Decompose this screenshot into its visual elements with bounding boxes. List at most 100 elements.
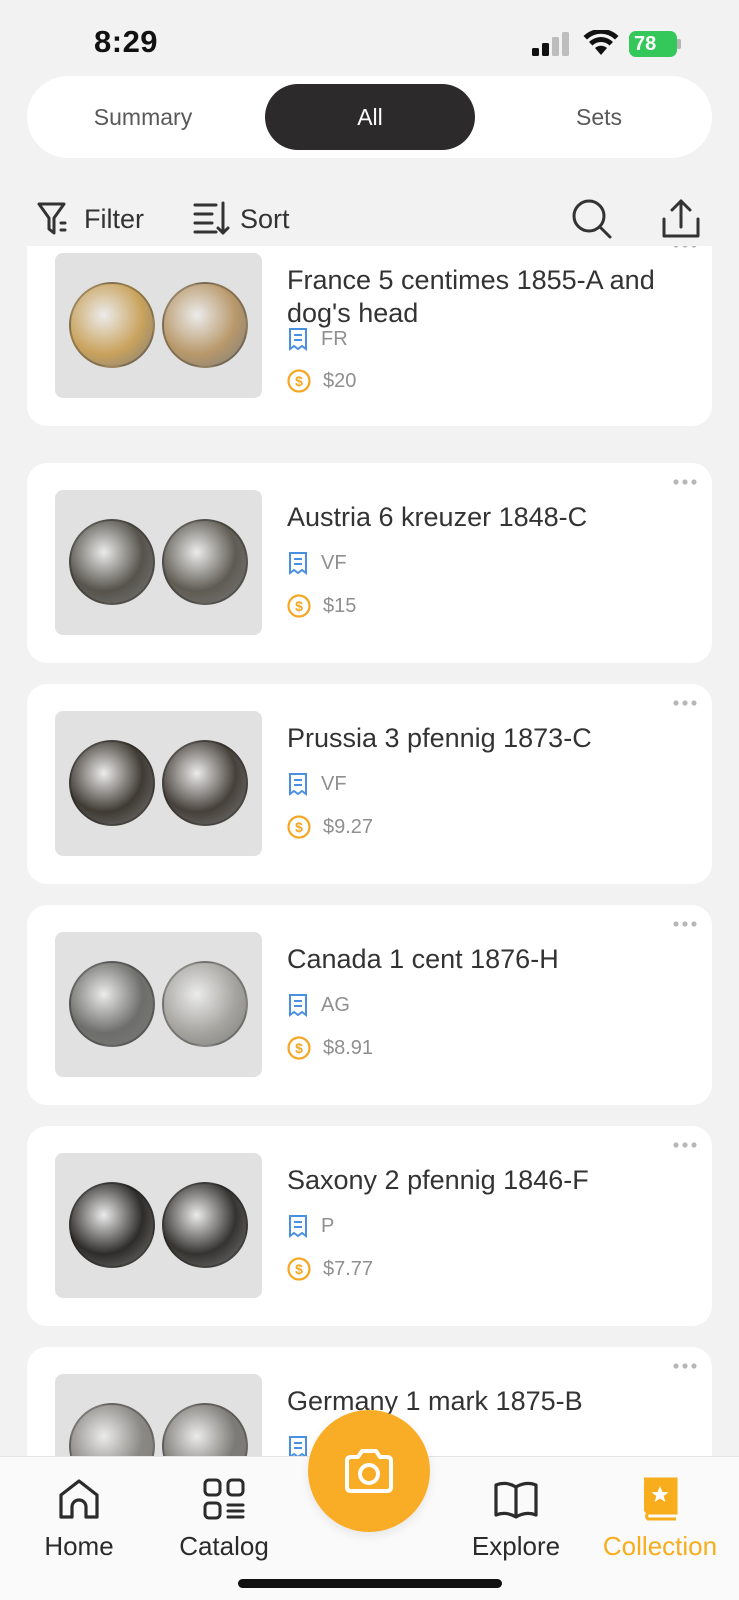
home-icon bbox=[59, 1479, 99, 1519]
grade-row: FR bbox=[287, 325, 348, 353]
coin-reverse bbox=[162, 1403, 248, 1456]
grade-value: AG bbox=[321, 993, 350, 1016]
segment-all[interactable]: All bbox=[265, 84, 475, 150]
price-value: $20 bbox=[323, 369, 357, 392]
open-book-icon bbox=[494, 1481, 538, 1519]
sort-label: Sort bbox=[240, 203, 290, 234]
grade-icon bbox=[289, 1215, 307, 1238]
camera-icon bbox=[345, 1449, 393, 1493]
sort-button[interactable]: Sort bbox=[192, 196, 290, 242]
coin-reverse bbox=[162, 1182, 248, 1268]
collection-book-icon bbox=[644, 1477, 678, 1521]
filter-icon bbox=[37, 202, 67, 235]
list-item[interactable]: Austria 6 kreuzer 1848-C VF $ $15 bbox=[27, 463, 712, 663]
coin-list: France 5 centimes 1855-A and dog's head … bbox=[0, 246, 739, 1456]
coin-image bbox=[55, 1153, 262, 1298]
grade-icon bbox=[289, 552, 307, 575]
battery-level: 78 bbox=[629, 31, 677, 57]
coin-reverse bbox=[162, 282, 248, 368]
segment-sets[interactable]: Sets bbox=[495, 84, 703, 150]
list-item[interactable]: Saxony 2 pfennig 1846-F P $ $7.77 bbox=[27, 1126, 712, 1326]
coin-obverse bbox=[69, 961, 155, 1047]
price-row: $ $9.27 bbox=[287, 813, 373, 841]
camera-button[interactable] bbox=[308, 1410, 430, 1532]
grade-row: VF bbox=[287, 549, 347, 577]
coin-image bbox=[55, 932, 262, 1077]
list-item[interactable]: Canada 1 cent 1876-H AG $ $8.91 bbox=[27, 905, 712, 1105]
coin-obverse bbox=[69, 1182, 155, 1268]
tab-collection-label: Collection bbox=[602, 1531, 718, 1561]
grade-row: VF bbox=[287, 770, 347, 798]
tab-home[interactable]: Home bbox=[20, 1457, 138, 1577]
svg-text:$: $ bbox=[295, 1261, 303, 1277]
catalog-grid-icon bbox=[203, 1478, 245, 1520]
coin-title: France 5 centimes 1855-A and dog's head bbox=[287, 265, 655, 328]
dollar-coin-icon: $ bbox=[287, 594, 311, 618]
grade-value: VF bbox=[321, 772, 347, 795]
list-item[interactable]: Prussia 3 pfennig 1873-C VF $ $9.27 bbox=[27, 684, 712, 884]
status-bar: 8:29 78 bbox=[0, 0, 739, 84]
coin-reverse bbox=[162, 740, 248, 826]
coin-title: Prussia 3 pfennig 1873-C bbox=[287, 723, 592, 753]
toolbar: Filter Sort bbox=[0, 186, 739, 252]
search-icon bbox=[572, 199, 612, 239]
svg-text:$: $ bbox=[295, 373, 303, 389]
price-row: $ $20 bbox=[287, 367, 356, 395]
dollar-coin-icon: $ bbox=[287, 1036, 311, 1060]
status-time: 8:29 bbox=[94, 24, 159, 59]
share-icon bbox=[662, 199, 700, 238]
tab-catalog[interactable]: Catalog bbox=[162, 1457, 286, 1577]
tab-home-label: Home bbox=[44, 1531, 114, 1561]
more-options-icon[interactable] bbox=[672, 1140, 698, 1150]
more-options-icon[interactable] bbox=[672, 1361, 698, 1371]
dollar-coin-icon: $ bbox=[287, 815, 311, 839]
more-options-icon[interactable] bbox=[672, 919, 698, 929]
coin-image bbox=[55, 711, 262, 856]
coin-image bbox=[55, 1374, 262, 1456]
price-value: $8.91 bbox=[323, 1036, 374, 1059]
more-options-icon[interactable] bbox=[672, 477, 698, 487]
segmented-control: Summary All Sets bbox=[27, 76, 712, 158]
price-row: $ $15 bbox=[287, 592, 356, 620]
coin-image bbox=[55, 490, 262, 635]
home-indicator bbox=[238, 1579, 502, 1588]
sort-icon bbox=[193, 201, 230, 235]
tab-catalog-label: Catalog bbox=[179, 1531, 269, 1561]
tab-collection[interactable]: Collection bbox=[590, 1457, 730, 1577]
coin-obverse bbox=[69, 519, 155, 605]
coin-title: Canada 1 cent 1876-H bbox=[287, 944, 559, 974]
price-row: $ $8.91 bbox=[287, 1034, 373, 1062]
grade-row: AG bbox=[287, 991, 350, 1019]
price-value: $15 bbox=[323, 594, 357, 617]
share-button[interactable] bbox=[660, 196, 710, 242]
wifi-icon bbox=[583, 30, 619, 55]
cellular-signal-icon bbox=[532, 32, 569, 56]
coin-obverse bbox=[69, 740, 155, 826]
segment-summary[interactable]: Summary bbox=[39, 84, 247, 150]
battery-icon: 78 bbox=[629, 31, 681, 57]
coin-obverse bbox=[69, 1403, 155, 1456]
filter-label: Filter bbox=[84, 203, 144, 234]
grade-value: FR bbox=[321, 327, 348, 350]
svg-text:$: $ bbox=[295, 598, 303, 614]
tab-explore[interactable]: Explore bbox=[454, 1457, 578, 1577]
list-item[interactable]: France 5 centimes 1855-A and dog's head … bbox=[27, 246, 712, 426]
grade-row: P bbox=[287, 1212, 334, 1240]
grade-value: VF bbox=[321, 551, 347, 574]
grade-icon bbox=[289, 1436, 307, 1456]
coin-image bbox=[55, 253, 262, 398]
grade-icon bbox=[289, 773, 307, 796]
coin-reverse bbox=[162, 519, 248, 605]
more-options-icon[interactable] bbox=[672, 698, 698, 708]
filter-button[interactable]: Filter bbox=[36, 196, 144, 242]
grade-icon bbox=[289, 328, 307, 351]
coin-reverse bbox=[162, 961, 248, 1047]
more-options-icon[interactable] bbox=[672, 246, 698, 250]
price-row: $ $7.77 bbox=[287, 1255, 373, 1283]
dollar-coin-icon: $ bbox=[287, 1257, 311, 1281]
grade-icon bbox=[289, 994, 307, 1017]
tab-explore-label: Explore bbox=[471, 1531, 561, 1561]
price-value: $9.27 bbox=[323, 815, 374, 838]
search-button[interactable] bbox=[570, 196, 622, 242]
svg-text:$: $ bbox=[295, 1040, 303, 1056]
